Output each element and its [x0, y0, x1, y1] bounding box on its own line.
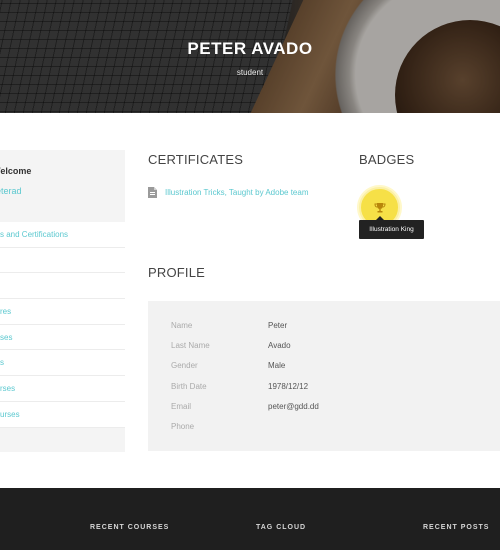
- profile-heading: PROFILE: [148, 265, 206, 280]
- field-value: Male: [268, 361, 286, 370]
- certificates-heading: CERTIFICATES: [148, 152, 244, 167]
- sidebar-item[interactable]: [0, 248, 125, 274]
- field-label: Last Name: [171, 341, 210, 350]
- sidebar-item-label: rses: [0, 384, 16, 394]
- certificate-item: Illustration Tricks, Taught by Adobe tea…: [148, 187, 308, 198]
- sidebar-item-label: s: [0, 358, 4, 368]
- sidebar-welcome: Welcome eterad: [0, 150, 125, 222]
- sidebar-item[interactable]: s: [0, 350, 125, 377]
- profile-role: student: [236, 68, 264, 77]
- welcome-username-link[interactable]: eterad: [0, 186, 125, 196]
- site-footer: RECENT COURSES TAG CLOUD RECENT POSTS: [0, 488, 500, 550]
- trophy-icon: [373, 202, 386, 212]
- footer-tag-cloud-heading: TAG CLOUD: [256, 524, 307, 531]
- field-value: Peter: [268, 321, 288, 330]
- field-value: 1978/12/12: [268, 382, 309, 391]
- welcome-title: Welcome: [0, 166, 32, 176]
- certificate-link[interactable]: Illustration Tricks, Taught by Adobe tea…: [165, 188, 308, 197]
- account-sidebar: Welcome eterad s and Certifications res …: [0, 150, 125, 452]
- field-label: Birth Date: [171, 382, 207, 391]
- field-label: Email: [171, 402, 192, 411]
- sidebar-item-courses[interactable]: urses: [0, 402, 125, 428]
- profile-hero-banner: PETER AVADO student: [0, 0, 500, 113]
- sidebar-item-courses[interactable]: res: [0, 299, 125, 325]
- sidebar-item[interactable]: [0, 273, 125, 300]
- field-value: peter@gdd.dd: [268, 402, 319, 411]
- sidebar-item-label: ses: [0, 332, 13, 342]
- sidebar-item-label: res: [0, 307, 12, 317]
- sidebar-item-label: urses: [0, 409, 20, 419]
- profile-name: PETER AVADO: [187, 39, 313, 58]
- field-value: Avado: [268, 341, 291, 350]
- sidebar-menu: s and Certifications res ses s rses urse…: [0, 222, 125, 428]
- sidebar-item-certifications[interactable]: s and Certifications: [0, 222, 125, 248]
- document-icon: [148, 187, 157, 198]
- badge-tooltip: Illustration King: [359, 216, 424, 239]
- footer-recent-courses-heading: RECENT COURSES: [90, 524, 170, 531]
- profile-details-panel: Name Peter Last Name Avado Gender Male B…: [148, 301, 500, 451]
- sidebar-item-label: s and Certifications: [0, 230, 69, 239]
- badges-heading: BADGES: [359, 152, 415, 167]
- field-label: Phone: [171, 422, 195, 431]
- sidebar-item-courses[interactable]: ses: [0, 325, 125, 351]
- footer-recent-posts-heading: RECENT POSTS: [423, 524, 490, 531]
- sidebar-item-courses[interactable]: rses: [0, 376, 125, 402]
- field-label: Gender: [171, 361, 198, 370]
- field-label: Name: [171, 321, 193, 330]
